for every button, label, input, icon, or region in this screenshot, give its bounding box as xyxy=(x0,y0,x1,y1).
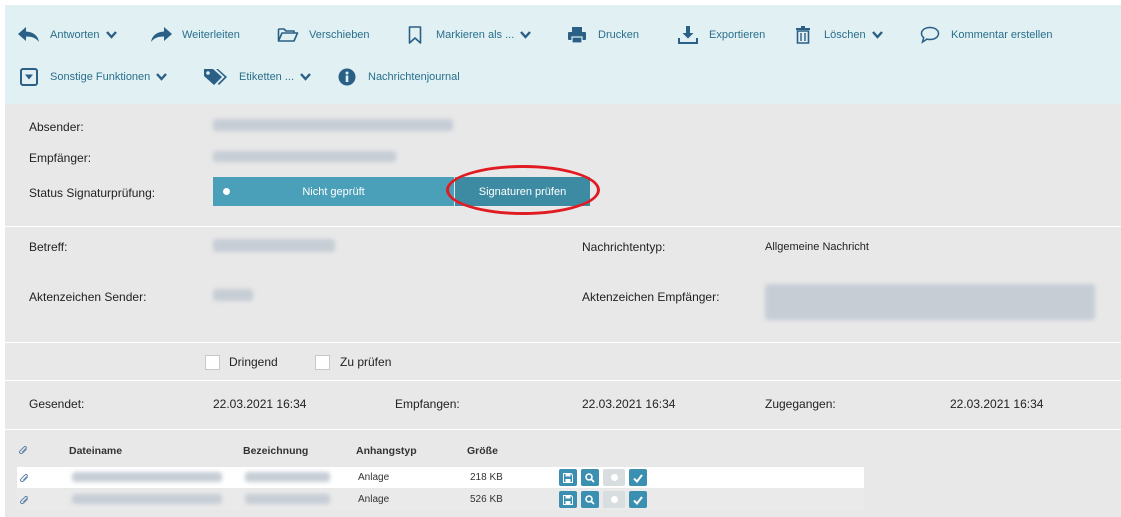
floppy-disk-icon xyxy=(563,472,573,483)
recipient-reference-label: Aktenzeichen Empfänger: xyxy=(582,290,720,304)
reply-button[interactable]: Antworten xyxy=(18,20,118,50)
recipient-label: Empfänger: xyxy=(29,151,92,165)
speech-bubble-icon xyxy=(919,24,941,46)
delivered-label: Zugegangen: xyxy=(765,397,836,411)
forward-button[interactable]: Weiterleiten xyxy=(150,20,240,50)
preview-button[interactable] xyxy=(581,469,599,486)
circle-icon xyxy=(610,474,618,481)
sent-value: 22.03.2021 16:34 xyxy=(213,397,307,411)
create-comment-button[interactable]: Kommentar erstellen xyxy=(919,20,1053,50)
table-row[interactable]: Anlage 526 KB xyxy=(17,489,864,510)
received-value: 22.03.2021 16:34 xyxy=(582,397,676,411)
attachment-type: Anlage xyxy=(358,494,390,505)
attachment-type: Anlage xyxy=(358,472,390,483)
paperclip-icon xyxy=(20,473,30,487)
verify-button[interactable] xyxy=(629,491,647,508)
info-icon xyxy=(336,66,358,88)
sender-reference-redacted xyxy=(213,289,253,301)
paperclip-icon xyxy=(20,495,30,509)
print-button[interactable]: Drucken xyxy=(566,20,639,50)
status-dot-icon xyxy=(223,188,230,195)
chevron-down-icon xyxy=(871,30,884,40)
folder-icon xyxy=(277,24,299,46)
message-journal-button[interactable]: Nachrichtenjournal xyxy=(336,62,460,92)
subject-value-redacted xyxy=(213,239,335,252)
header-section xyxy=(5,104,1121,226)
delivered-value: 22.03.2021 16:34 xyxy=(950,397,1044,411)
message-type-value: Allgemeine Nachricht xyxy=(765,241,869,253)
chevron-down-icon xyxy=(105,30,118,40)
sent-label: Gesendet: xyxy=(29,397,85,411)
labels-button[interactable]: Etiketten ... xyxy=(203,62,312,92)
trash-icon xyxy=(792,24,814,46)
signature-status-label: Status Signaturprüfung: xyxy=(29,186,156,200)
table-row[interactable]: Anlage 218 KB xyxy=(17,467,864,488)
urgent-label: Dringend xyxy=(229,355,278,369)
mark-as-button[interactable]: Markieren als ... xyxy=(404,20,532,50)
printer-icon xyxy=(566,24,588,46)
save-button[interactable] xyxy=(559,469,577,486)
magnifier-icon xyxy=(585,472,595,483)
reply-icon xyxy=(18,24,40,46)
attachment-size: 218 KB xyxy=(470,472,503,483)
urgent-checkbox[interactable] xyxy=(205,355,220,370)
chevron-down-icon xyxy=(156,72,168,82)
sender-value-redacted xyxy=(213,119,453,131)
verify-button[interactable] xyxy=(629,469,647,486)
circle-icon xyxy=(610,496,618,503)
verify-signatures-button[interactable]: Signaturen prüfen xyxy=(455,177,590,206)
tags-icon xyxy=(203,66,229,88)
filename-redacted xyxy=(72,472,222,482)
recipient-value-redacted xyxy=(213,151,396,162)
subject-label: Betreff: xyxy=(29,240,68,254)
sender-reference-label: Aktenzeichen Sender: xyxy=(29,290,147,304)
checkmark-icon xyxy=(633,495,643,505)
delete-button[interactable]: Löschen xyxy=(792,20,884,50)
recipient-reference-redacted xyxy=(765,284,1095,320)
sender-label: Absender: xyxy=(29,120,84,134)
floppy-disk-icon xyxy=(563,494,573,505)
column-header-attachment-type[interactable]: Anhangstyp xyxy=(356,445,417,457)
filename-redacted xyxy=(72,494,222,504)
column-header-filename[interactable]: Dateiname xyxy=(69,445,122,457)
download-icon xyxy=(677,24,699,46)
description-redacted xyxy=(245,494,330,504)
status-button[interactable] xyxy=(603,491,625,508)
paperclip-icon xyxy=(19,445,29,459)
column-header-description[interactable]: Bezeichnung xyxy=(243,445,308,457)
checkmark-icon xyxy=(633,473,643,483)
review-checkbox[interactable] xyxy=(315,355,330,370)
forward-icon xyxy=(150,24,172,46)
message-type-label: Nachrichtentyp: xyxy=(582,240,666,254)
move-button[interactable]: Verschieben xyxy=(277,20,370,50)
dropdown-box-icon xyxy=(18,66,40,88)
column-header-size[interactable]: Größe xyxy=(467,445,498,457)
other-functions-button[interactable]: Sonstige Funktionen xyxy=(18,62,168,92)
received-label: Empfangen: xyxy=(395,397,460,411)
attachment-size: 526 KB xyxy=(470,494,503,505)
description-redacted xyxy=(245,472,330,482)
export-button[interactable]: Exportieren xyxy=(677,20,765,50)
signature-status-badge: Nicht geprüft xyxy=(213,177,454,206)
review-label: Zu prüfen xyxy=(340,355,392,369)
status-button[interactable] xyxy=(603,469,625,486)
flags-section xyxy=(5,343,1121,380)
magnifier-icon xyxy=(585,494,595,505)
preview-button[interactable] xyxy=(581,491,599,508)
chevron-down-icon xyxy=(300,72,312,82)
bookmark-icon xyxy=(404,24,426,46)
save-button[interactable] xyxy=(559,491,577,508)
chevron-down-icon xyxy=(520,30,532,40)
